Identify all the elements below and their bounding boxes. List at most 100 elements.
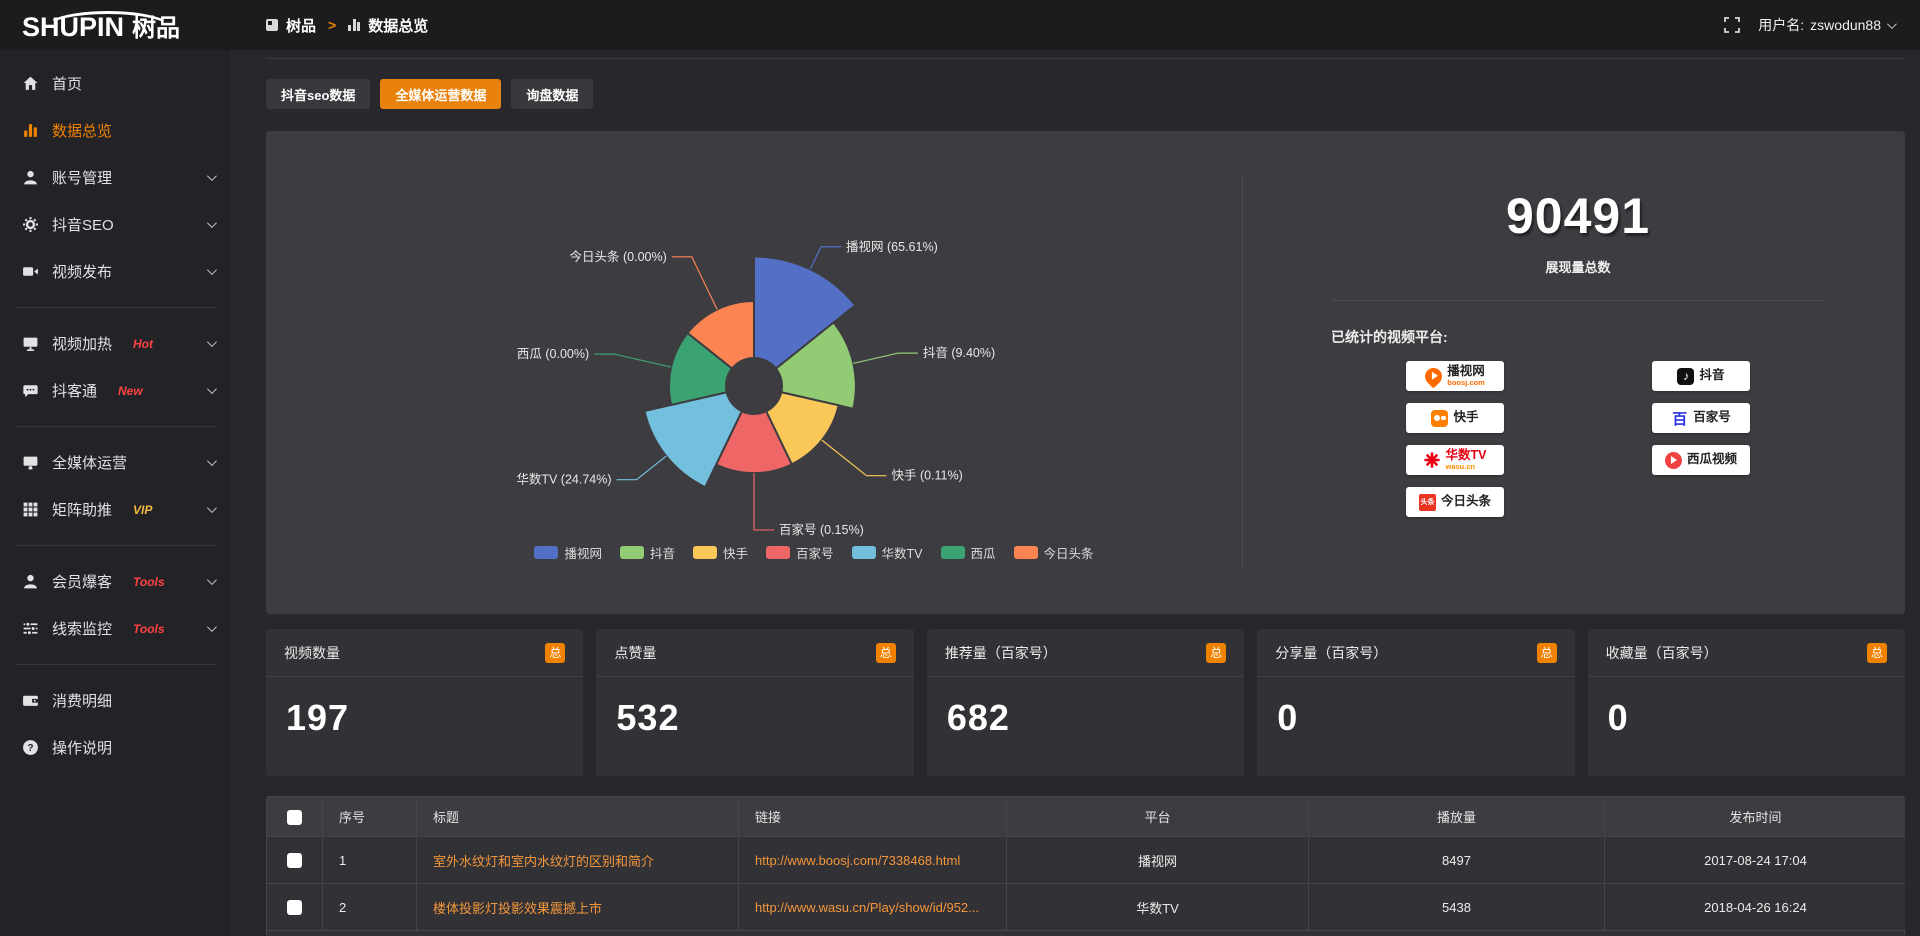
legend-swatch [534,546,558,559]
sidebar-item-9[interactable]: 会员爆客Tools [0,558,230,605]
cell-seq: 2 [323,884,417,931]
fullscreen-icon[interactable] [1724,17,1740,33]
label-line-1 [853,353,918,363]
sidebar-item-10[interactable]: 线索监控Tools [0,605,230,652]
total-badge[interactable]: 总 [545,643,565,663]
stat-card-header: 推荐量（百家号）总 [927,629,1244,677]
legend-item-2[interactable]: 快手 [693,543,748,562]
sidebar-item-0[interactable]: 首页 [0,60,230,107]
platform-name: 抖音 [1699,369,1724,383]
platform-badge-wasu: 华数TVwasu.cn [1406,445,1504,475]
legend-label: 快手 [723,543,748,562]
sidebar-item-label: 操作说明 [52,737,112,758]
impressions-total-label: 展现量总数 [1331,257,1825,276]
data-tabs: 抖音seo数据全媒体运营数据询盘数据 [266,79,1905,109]
sidebar: 首页数据总览账号管理抖音SEO视频发布视频加热Hot抖客通New全媒体运营矩阵助… [0,50,230,936]
sidebar-item-1[interactable]: 数据总览 [0,107,230,154]
sidebar-item-label: 账号管理 [52,167,112,188]
sidebar-item-3[interactable]: 抖音SEO [0,201,230,248]
rose-chart-area: 播视网 (65.61%)抖音 (9.40%)快手 (0.11%)百家号 (0.1… [266,131,1242,614]
platform-badge-baijiahao: 百百家号 [1652,403,1750,433]
tab-0[interactable]: 抖音seo数据 [266,79,370,109]
legend-item-0[interactable]: 播视网 [534,543,602,562]
cell-views: 8497 [1309,837,1605,884]
platform-badges: 播视网boosj.com快手华数TVwasu.cn头条今日头条♪抖音百百家号西瓜… [1331,361,1825,517]
user-icon [22,169,39,186]
chevron-down-icon [207,456,217,466]
bar-chart-icon [348,19,360,31]
sidebar-item-12[interactable]: ?操作说明 [0,724,230,771]
row-checkbox[interactable] [287,853,302,868]
platform-name: 华数TV [1446,449,1487,463]
sidebar-item-2[interactable]: 账号管理 [0,154,230,201]
label-line-0 [810,247,841,270]
total-badge[interactable]: 总 [1537,643,1557,663]
sidebar-item-label: 视频发布 [52,261,112,282]
legend-item-5[interactable]: 西瓜 [941,543,996,562]
total-badge[interactable]: 总 [1206,643,1226,663]
cell-seq: 1 [323,837,417,884]
sidebar-item-7[interactable]: 全媒体运营 [0,439,230,486]
sidebar-item-11[interactable]: 消费明细 [0,677,230,724]
sidebar-item-4[interactable]: 视频发布 [0,248,230,295]
pie-label-3: 百家号 (0.15%) [779,522,864,537]
sidebar-item-label: 首页 [52,73,82,94]
pie-slice-4[interactable] [644,392,741,487]
label-line-6 [672,257,717,310]
stat-card-2: 推荐量（百家号）总682 [927,629,1244,776]
stat-card-value: 0 [1588,677,1905,739]
monitor-icon [22,454,39,471]
stat-card-title: 视频数量 [284,643,340,663]
cell-url-link[interactable]: http://www.boosj.com/7338468.html [755,853,960,868]
wallet-icon [22,692,39,709]
table-header-row: 序号标题链接平台播放量发布时间 [267,797,1906,837]
legend-item-1[interactable]: 抖音 [620,543,675,562]
cell-url-link[interactable]: http://www.wasu.cn/Play/show/id/952... [755,900,979,915]
label-line-2 [822,440,887,476]
legend-item-6[interactable]: 今日头条 [1014,543,1094,562]
total-badge[interactable]: 总 [876,643,896,663]
column-header-1: 标题 [417,797,739,837]
stat-card-1: 点赞量总532 [596,629,913,776]
sidebar-item-tag: Hot [133,337,153,351]
tab-2[interactable]: 询盘数据 [511,79,593,109]
sidebar-item-label: 矩阵助推 [52,499,112,520]
chat-icon [22,382,39,399]
row-checkbox[interactable] [287,900,302,915]
sidebar-item-6[interactable]: 抖客通New [0,367,230,414]
username: zswodun88 [1810,17,1881,33]
user-icon [22,573,39,590]
legend-item-4[interactable]: 华数TV [852,543,923,562]
user-menu[interactable]: 用户名: zswodun88 [1758,15,1894,35]
sidebar-item-tag: New [118,384,143,398]
platform-badge-boosj: 播视网boosj.com [1406,361,1504,391]
platform-subtext: boosj.com [1447,379,1485,387]
legend-label: 抖音 [650,543,675,562]
label-line-3 [754,473,774,530]
legend-swatch [766,546,790,559]
xigua-play-icon [1665,452,1682,469]
stat-card-4: 收藏量（百家号）总0 [1588,629,1905,776]
platform-badge-kuaishou: 快手 [1406,403,1504,433]
cell-title-link[interactable]: 室外水纹灯和室内水纹灯的区别和简介 [433,854,654,869]
sidebar-item-label: 消费明细 [52,690,112,711]
chevron-down-icon [207,384,217,394]
stat-card-value: 682 [927,677,1244,739]
legend-swatch [1014,546,1038,559]
gear-icon [22,216,39,233]
toutiao-logo-icon: 头条 [1419,494,1436,511]
stat-card-header: 收藏量（百家号）总 [1588,629,1905,677]
tab-1[interactable]: 全媒体运营数据 [380,79,501,109]
chevron-down-icon [207,218,217,228]
breadcrumb-root[interactable]: 树品 [286,15,316,36]
legend-item-3[interactable]: 百家号 [766,543,834,562]
sidebar-item-8[interactable]: 矩阵助推VIP [0,486,230,533]
boosj-logo-icon [1422,364,1446,388]
select-all-checkbox[interactable] [287,810,302,825]
legend-swatch [852,546,876,559]
cell-title-link[interactable]: 楼体投影灯投影效果震撼上市 [433,901,602,916]
sidebar-item-5[interactable]: 视频加热Hot [0,320,230,367]
total-badge[interactable]: 总 [1867,643,1887,663]
pie-label-5: 西瓜 (0.00%) [517,347,589,361]
platform-badge-toutiao: 头条今日头条 [1406,487,1504,517]
